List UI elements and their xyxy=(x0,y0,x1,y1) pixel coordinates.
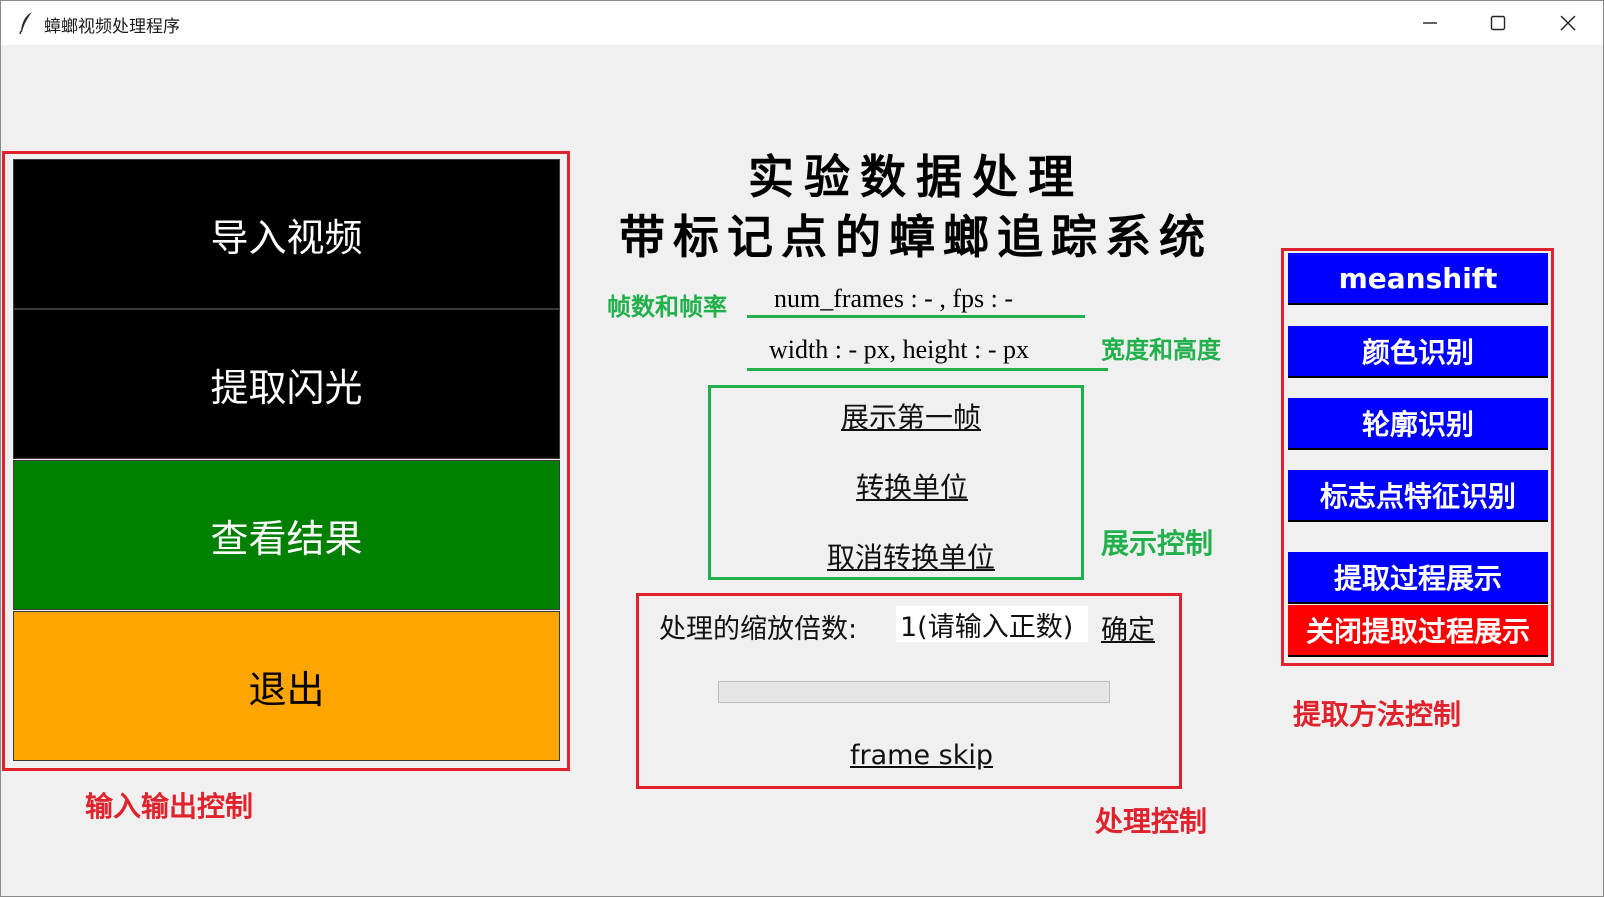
color-recognition-label: 颜色识别 xyxy=(1361,336,1474,369)
contour-recognition-button[interactable]: 轮廓识别 xyxy=(1288,398,1548,450)
close-button[interactable] xyxy=(1533,1,1603,45)
scale-input[interactable] xyxy=(896,606,1088,642)
progress-bar xyxy=(718,681,1110,703)
meanshift-label: meanshift xyxy=(1338,261,1498,295)
feather-icon xyxy=(19,12,32,35)
title-bar[interactable]: 蟑螂视频处理程序 xyxy=(1,1,1603,45)
show-extraction-process-label: 提取过程展示 xyxy=(1333,562,1502,595)
size-annotation: 宽度和高度 xyxy=(1101,336,1221,364)
size-underline xyxy=(747,368,1108,371)
exit-label: 退出 xyxy=(248,667,325,712)
import-video-button[interactable]: 导入视频 xyxy=(13,159,560,309)
frames-annotation: 帧数和帧率 xyxy=(607,293,727,321)
import-video-label: 导入视频 xyxy=(210,215,363,260)
close-extraction-process-button[interactable]: 关闭提取过程展示 xyxy=(1288,605,1548,657)
extract-flash-label: 提取闪光 xyxy=(210,365,363,410)
show-first-frame-button[interactable]: 展示第一帧 xyxy=(841,396,981,436)
view-results-label: 查看结果 xyxy=(210,516,363,561)
page-title-line2: 带标记点的蟑螂追踪系统 xyxy=(619,210,1213,264)
frames-underline xyxy=(747,315,1085,318)
color-recognition-button[interactable]: 颜色识别 xyxy=(1288,326,1548,378)
close-extraction-process-label: 关闭提取过程展示 xyxy=(1305,615,1530,648)
method-panel-annotation: 提取方法控制 xyxy=(1293,698,1462,731)
app-window: 蟑螂视频处理程序 导入视频 提取闪光 查看结果 退出 输入输出控制 实验数据处理… xyxy=(0,0,1604,897)
close-icon xyxy=(1560,15,1576,31)
meanshift-button[interactable]: meanshift xyxy=(1288,253,1548,305)
process-panel-annotation: 处理控制 xyxy=(1095,805,1208,838)
maximize-button[interactable] xyxy=(1463,1,1533,45)
display-panel-annotation: 展示控制 xyxy=(1101,527,1214,560)
convert-unit-button[interactable]: 转换单位 xyxy=(856,466,968,506)
view-results-button[interactable]: 查看结果 xyxy=(13,460,560,610)
show-extraction-process-button[interactable]: 提取过程展示 xyxy=(1288,552,1548,604)
minimize-button[interactable] xyxy=(1395,1,1465,45)
confirm-button[interactable]: 确定 xyxy=(1101,608,1155,647)
cancel-convert-unit-button[interactable]: 取消转换单位 xyxy=(827,536,995,576)
maximize-icon xyxy=(1490,15,1506,31)
frames-fps-text: num_frames : - , fps : - xyxy=(774,284,1014,313)
frame-skip-button[interactable]: frame skip xyxy=(850,740,993,771)
marker-feature-recognition-label: 标志点特征识别 xyxy=(1319,480,1516,513)
extract-flash-button[interactable]: 提取闪光 xyxy=(13,309,560,459)
marker-feature-recognition-button[interactable]: 标志点特征识别 xyxy=(1288,470,1548,522)
io-panel-annotation: 输入输出控制 xyxy=(85,790,254,823)
contour-recognition-label: 轮廓识别 xyxy=(1361,408,1474,441)
width-height-text: width : - px, height : - px xyxy=(769,335,1029,364)
scale-label: 处理的缩放倍数: xyxy=(659,614,858,645)
exit-button[interactable]: 退出 xyxy=(13,611,560,761)
page-title-line1: 实验数据处理 xyxy=(748,150,1084,204)
minimize-icon xyxy=(1423,22,1437,24)
window-title: 蟑螂视频处理程序 xyxy=(44,17,180,37)
